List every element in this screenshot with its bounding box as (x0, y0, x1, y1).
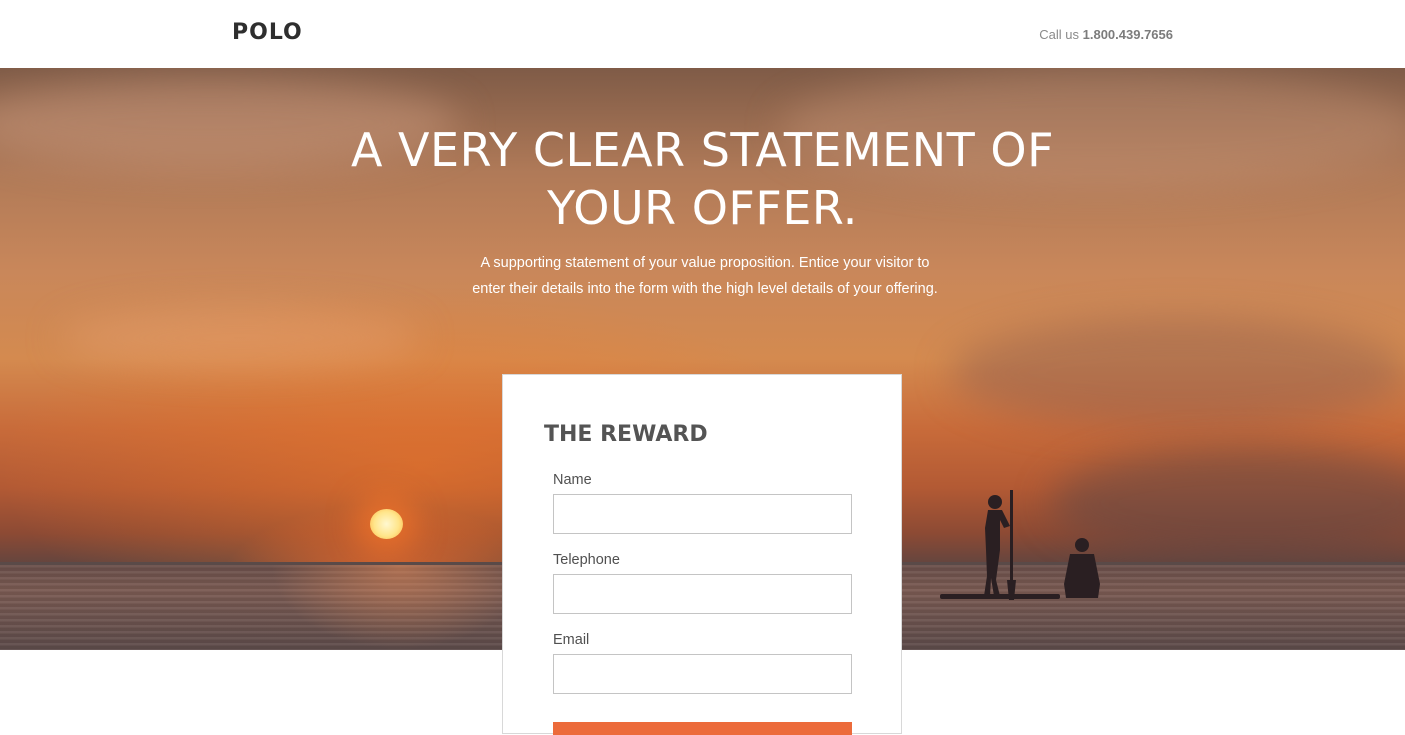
call-us: Call us 1.800.439.7656 (1039, 27, 1173, 42)
phone-number[interactable]: 1.800.439.7656 (1083, 27, 1173, 42)
cloud (60, 308, 420, 368)
submit-button[interactable] (553, 722, 852, 735)
paddleboarders-silhouette (940, 490, 1100, 600)
hero-headline: A VERY CLEAR STATEMENT OF YOUR OFFER. (0, 121, 1405, 237)
headline-line-2: YOUR OFFER. (547, 181, 858, 235)
telephone-label: Telephone (553, 552, 620, 568)
sun (370, 509, 403, 539)
name-input[interactable] (553, 494, 852, 534)
cloud (950, 318, 1405, 428)
standing-person (984, 510, 1010, 596)
wading-person (1064, 554, 1100, 598)
telephone-input[interactable] (553, 574, 852, 614)
signup-form-card: THE REWARD Name Telephone Email (502, 374, 902, 735)
form-title: THE REWARD (544, 422, 708, 447)
paddleboard (940, 594, 1060, 599)
top-bar: POLO Call us 1.800.439.7656 (0, 0, 1405, 68)
sea-reflection (270, 565, 530, 650)
name-label: Name (553, 472, 592, 488)
logo[interactable]: POLO (232, 20, 303, 45)
hero-subheading: A supporting statement of your value pro… (472, 255, 938, 297)
email-input[interactable] (553, 654, 852, 694)
person-head (988, 495, 1002, 509)
headline-line-1: A VERY CLEAR STATEMENT OF (350, 123, 1055, 177)
email-label: Email (553, 632, 590, 648)
person-head (1075, 538, 1089, 552)
call-us-label: Call us (1039, 27, 1079, 42)
